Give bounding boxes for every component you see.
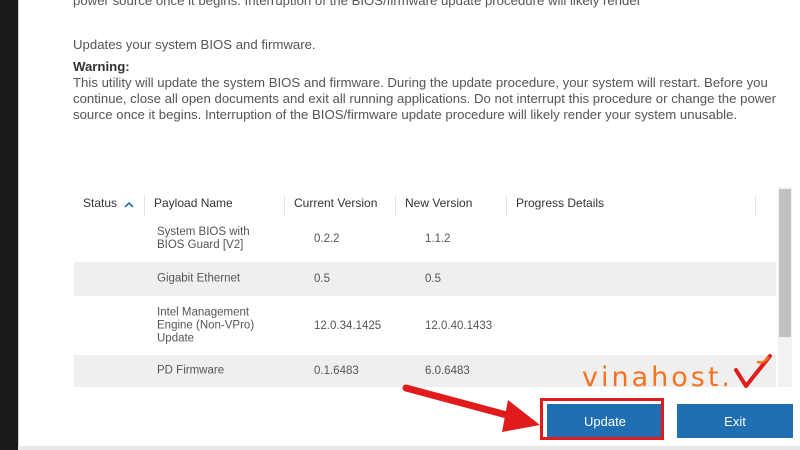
payload-name-cell: Gigabit Ethernet [157, 272, 241, 285]
screen: power source once it begins. Interruptio… [0, 0, 800, 450]
payload-name-cell: System BIOS with BIOS Guard [V2] [157, 225, 250, 251]
column-header-current-version[interactable]: Current Version [285, 196, 396, 216]
payload-table: Status Payload Name Current Version New … [74, 187, 792, 387]
intro-text: Updates your system BIOS and firmware. [73, 37, 316, 52]
new-version-cell: 12.0.40.1433 [425, 320, 493, 332]
table-row[interactable]: System BIOS with BIOS Guard [V2] 0.2.2 1… [74, 217, 776, 260]
new-version-cell: 1.1.2 [425, 232, 451, 245]
table-row[interactable]: Intel Management Engine (Non-VPro) Updat… [74, 298, 776, 354]
column-header-new-version[interactable]: New Version [396, 196, 507, 216]
warning-text-partial: power source once it begins. Interruptio… [73, 0, 642, 8]
new-version-cell: 6.0.6483 [425, 365, 470, 377]
payload-name-cell: Intel Management Engine (Non-VPro) Updat… [157, 306, 255, 345]
table-row[interactable]: Gigabit Ethernet 0.5 0.5 [74, 262, 776, 296]
chevron-up-icon[interactable] [124, 199, 134, 209]
current-version-cell: 0.5 [314, 273, 330, 285]
new-version-cell: 0.5 [425, 273, 441, 285]
vinahost-watermark: vinahost. [582, 362, 734, 393]
current-version-cell: 12.0.34.1425 [314, 320, 382, 332]
warning-title: Warning: [73, 59, 130, 74]
warning-body: This utility will update the system BIOS… [73, 75, 777, 122]
column-header-label: Status [83, 196, 118, 210]
table-scrollbar[interactable] [778, 187, 792, 387]
payload-name-cell: PD Firmware [157, 364, 225, 377]
scrollbar-thumb[interactable] [779, 189, 791, 337]
column-header-status[interactable]: Status [74, 196, 145, 216]
exit-button[interactable]: Exit [677, 404, 793, 438]
table-header: Status Payload Name Current Version New … [74, 187, 756, 217]
current-version-cell: 0.1.6483 [314, 365, 359, 377]
bottom-edge [18, 446, 800, 450]
update-button[interactable]: Update [547, 404, 663, 438]
column-header-payload-name[interactable]: Payload Name [145, 196, 285, 216]
checkmark-logo-icon [734, 354, 772, 388]
current-version-cell: 0.2.2 [314, 232, 340, 245]
column-header-progress-details[interactable]: Progress Details [507, 196, 756, 216]
